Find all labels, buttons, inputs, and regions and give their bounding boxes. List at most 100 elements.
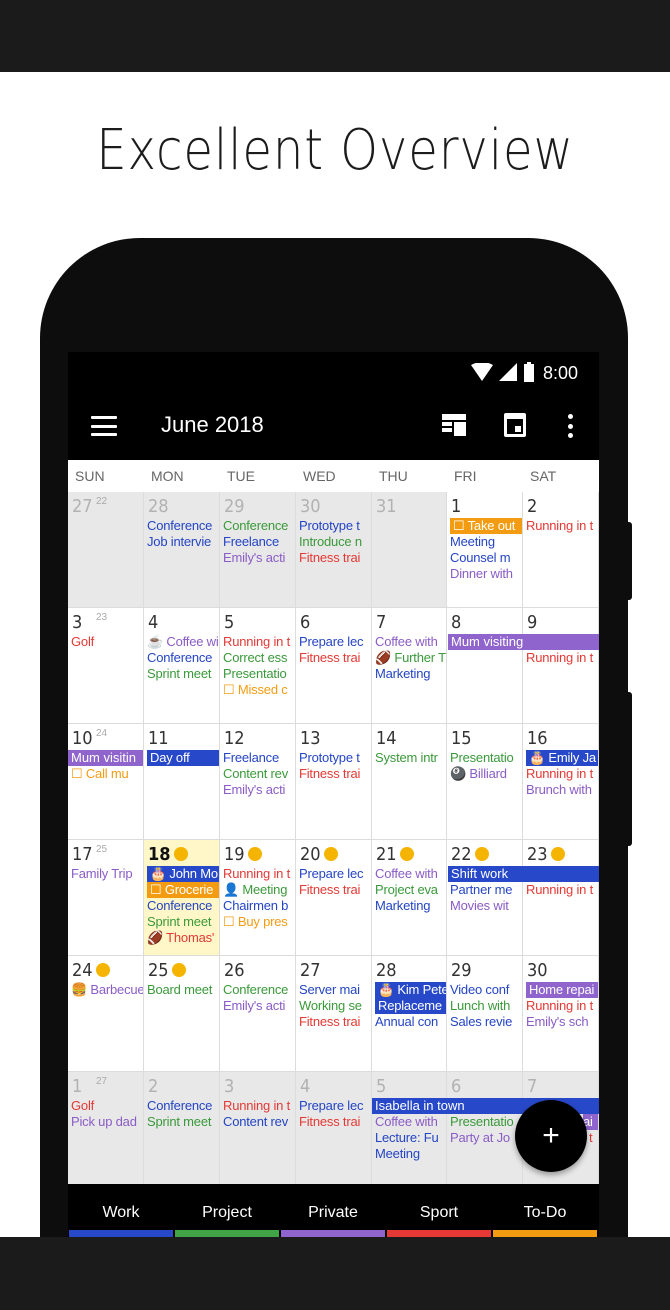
event[interactable]: Sprint meet [147, 914, 219, 930]
event[interactable]: Prototype t [299, 750, 371, 766]
event[interactable]: 👤 Meeting [223, 882, 295, 898]
day-cell[interactable]: 6 Presentatio Party at Jo [447, 1072, 523, 1188]
legend-todo[interactable]: To-Do [493, 1184, 597, 1238]
event[interactable]: Project eva [375, 882, 446, 898]
day-cell[interactable]: 26 Conference Emily's acti [220, 956, 296, 1072]
day-cell[interactable]: 28 🎂 Kim Pete Replaceme Annual con [372, 956, 447, 1072]
event[interactable]: ☕ Coffee wi [147, 634, 219, 650]
event[interactable]: Freelance [223, 534, 295, 550]
view-switch-icon[interactable] [442, 414, 466, 436]
event[interactable]: Lunch with [450, 998, 522, 1014]
event[interactable]: Golf [71, 1098, 143, 1114]
event[interactable]: System intr [375, 750, 446, 766]
event[interactable]: Presentatio [223, 666, 295, 682]
day-cell[interactable]: 29 Conference Freelance Emily's acti [220, 492, 296, 608]
event[interactable]: Conference [223, 518, 295, 534]
day-cell[interactable]: 14 System intr [372, 724, 447, 840]
event[interactable]: Prototype t [299, 518, 371, 534]
event[interactable]: Fitness trai [299, 882, 371, 898]
event[interactable]: Freelance [223, 750, 295, 766]
day-cell[interactable]: 11 Day off [144, 724, 220, 840]
multi-day-event[interactable]: Mum visitin [68, 750, 143, 766]
day-cell[interactable]: 2 Conference Sprint meet [144, 1072, 220, 1188]
event[interactable]: 🏈 Thomas' [147, 930, 219, 946]
event[interactable]: 🏈 Further Tr [375, 650, 446, 666]
day-cell[interactable]: 7 Coffee with 🏈 Further Tr Marketing [372, 608, 447, 724]
day-cell[interactable]: 27 22 [68, 492, 144, 608]
event[interactable]: Running in t [526, 650, 598, 666]
event[interactable]: Annual con [375, 1014, 446, 1030]
event[interactable]: Fitness trai [299, 550, 371, 566]
today-icon[interactable] [504, 413, 526, 437]
day-cell[interactable]: 15 Presentatio 🎱 Billiard [447, 724, 523, 840]
event[interactable]: Meeting [450, 534, 522, 550]
day-cell[interactable]: 12 Freelance Content rev Emily's acti [220, 724, 296, 840]
event[interactable]: Conference [147, 650, 219, 666]
event[interactable]: Content rev [223, 1114, 295, 1130]
event[interactable]: 🎱 Billiard [450, 766, 522, 782]
event[interactable]: Emily's acti [223, 998, 295, 1014]
event[interactable]: 🍔 Barbecue [71, 982, 143, 998]
event[interactable]: Family Trip [71, 866, 143, 882]
event[interactable]: Dinner with [450, 566, 522, 582]
day-cell[interactable]: 3 23 Golf [68, 608, 144, 724]
event[interactable]: Pick up dad [71, 1114, 143, 1130]
day-cell[interactable]: 1 ☐ Take out Meeting Counsel m Dinner wi… [447, 492, 523, 608]
event[interactable]: Introduce n [299, 534, 371, 550]
event[interactable]: Presentatio [450, 750, 522, 766]
menu-icon[interactable] [91, 416, 117, 436]
event-bar[interactable]: 🎂 John Mo [147, 866, 219, 882]
day-cell[interactable]: 5 Running in t Correct ess Presentatio ☐… [220, 608, 296, 724]
legend-private[interactable]: Private [281, 1184, 385, 1238]
event[interactable]: Content rev [223, 766, 295, 782]
event[interactable]: Fitness trai [299, 1014, 371, 1030]
event[interactable]: Emily's sch [526, 1014, 598, 1030]
event[interactable]: Working se [299, 998, 371, 1014]
day-cell[interactable]: 5 Coffee with Lecture: Fu Meeting [372, 1072, 447, 1188]
event[interactable]: Job intervie [147, 534, 219, 550]
event[interactable]: Sales revie [450, 1014, 522, 1030]
legend-sport[interactable]: Sport [387, 1184, 491, 1238]
event[interactable]: Prepare lec [299, 634, 371, 650]
day-cell[interactable]: 23 Running in t [523, 840, 599, 956]
day-cell[interactable]: 3 Running in t Content rev [220, 1072, 296, 1188]
legend-work[interactable]: Work [69, 1184, 173, 1238]
day-cell[interactable]: 25 Board meet [144, 956, 220, 1072]
event-bar[interactable]: Day off [147, 750, 219, 766]
day-cell[interactable]: 22 Partner me Movies wit [447, 840, 523, 956]
day-cell[interactable]: 4 ☕ Coffee wi Conference Sprint meet [144, 608, 220, 724]
more-options-icon[interactable] [567, 414, 573, 438]
event[interactable]: Lecture: Fu [375, 1130, 446, 1146]
day-cell[interactable]: 29 Video conf Lunch with Sales revie [447, 956, 523, 1072]
event-bar[interactable]: ☐ Grocerie [147, 882, 219, 898]
day-cell[interactable]: 28 Conference Job intervie [144, 492, 220, 608]
event[interactable]: Fitness trai [299, 766, 371, 782]
day-cell[interactable]: 19 Running in t 👤 Meeting Chairmen b ☐ B… [220, 840, 296, 956]
day-cell[interactable]: 31 [372, 492, 447, 608]
day-cell[interactable]: 21 Coffee with Project eva Marketing [372, 840, 447, 956]
add-event-button[interactable]: + [515, 1100, 587, 1172]
event[interactable]: Marketing [375, 666, 446, 682]
legend-project[interactable]: Project [175, 1184, 279, 1238]
event[interactable]: Conference [147, 518, 219, 534]
event[interactable]: ☐ Missed c [223, 682, 295, 698]
event[interactable]: Coffee with [375, 866, 446, 882]
event[interactable]: Emily's acti [223, 550, 295, 566]
event[interactable]: Running in t [223, 1098, 295, 1114]
event[interactable]: Brunch with [526, 782, 598, 798]
day-cell[interactable]: 20 Prepare lec Fitness trai [296, 840, 372, 956]
event[interactable]: Chairmen b [223, 898, 295, 914]
event[interactable]: Golf [71, 634, 143, 650]
event[interactable]: Video conf [450, 982, 522, 998]
event[interactable]: ☐ Buy pres [223, 914, 295, 930]
event[interactable]: Coffee with [375, 1114, 446, 1130]
event[interactable]: Running in t [526, 998, 598, 1014]
day-cell[interactable]: 10 24 ☐ Call mu [68, 724, 144, 840]
event[interactable]: Conference [223, 982, 295, 998]
event[interactable]: Counsel m [450, 550, 522, 566]
multi-day-event[interactable]: Mum visiting [448, 634, 599, 650]
event[interactable]: Running in t [223, 634, 295, 650]
event[interactable]: Sprint meet [147, 666, 219, 682]
day-cell[interactable]: 30 Prototype t Introduce n Fitness trai [296, 492, 372, 608]
day-cell[interactable]: 8 [447, 608, 523, 724]
